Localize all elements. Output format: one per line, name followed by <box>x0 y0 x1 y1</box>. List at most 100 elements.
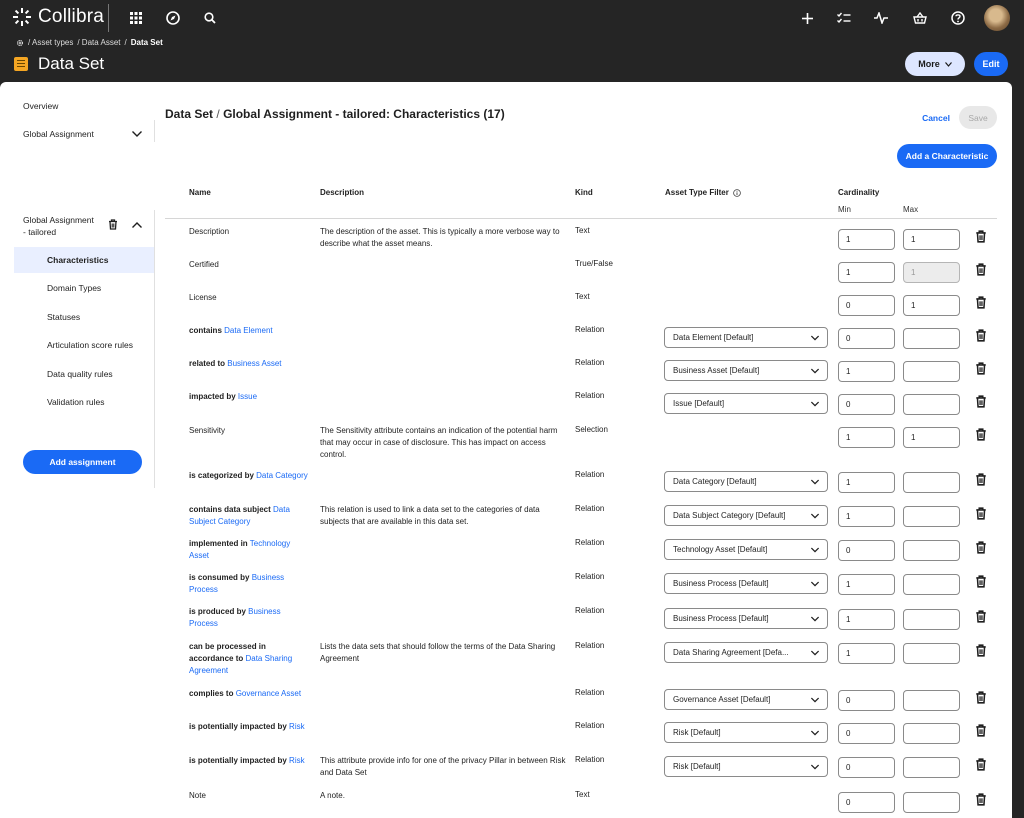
delete-trash-icon[interactable] <box>975 263 987 276</box>
asset-type-filter-select[interactable]: Data Sharing Agreement [Defa... <box>664 642 828 663</box>
relation-target-link[interactable]: Risk <box>289 756 305 765</box>
cardinality-min-input[interactable]: 1 <box>838 427 895 448</box>
cardinality-max-input[interactable] <box>903 723 960 744</box>
delete-trash-icon[interactable] <box>975 507 987 520</box>
relation-target-link[interactable]: Data Category <box>256 471 308 480</box>
help-icon[interactable] <box>948 8 968 28</box>
cardinality-max-input[interactable] <box>903 690 960 711</box>
sidebar-sub-item[interactable]: Statuses <box>14 304 154 330</box>
compass-icon[interactable] <box>163 8 183 28</box>
cardinality-max-input[interactable]: 1 <box>903 229 960 250</box>
cardinality-min-input[interactable]: 0 <box>838 328 895 349</box>
delete-trash-icon[interactable] <box>975 541 987 554</box>
asset-type-filter-select[interactable]: Business Process [Default] <box>664 573 828 594</box>
cardinality-min-input[interactable]: 0 <box>838 540 895 561</box>
cardinality-max-input[interactable] <box>903 643 960 664</box>
search-icon[interactable] <box>200 8 220 28</box>
asset-type-filter-select[interactable]: Technology Asset [Default] <box>664 539 828 560</box>
sidebar-sub-item[interactable]: Domain Types <box>14 275 154 301</box>
basket-icon[interactable] <box>910 8 930 28</box>
asset-type-filter-select[interactable]: Data Category [Default] <box>664 471 828 492</box>
delete-trash-icon[interactable] <box>975 395 987 408</box>
sidebar-overview[interactable]: Overview <box>23 101 58 111</box>
main-title-prefix[interactable]: Data Set <box>165 107 213 121</box>
settings-gear-icon[interactable] <box>16 39 24 47</box>
asset-type-filter-select[interactable]: Business Process [Default] <box>664 608 828 629</box>
trash-icon[interactable] <box>108 219 118 230</box>
cardinality-min-input[interactable]: 0 <box>838 723 895 744</box>
asset-type-filter-select[interactable]: Issue [Default] <box>664 393 828 414</box>
cardinality-min-input[interactable]: 0 <box>838 394 895 415</box>
cardinality-min-input[interactable]: 0 <box>838 690 895 711</box>
cardinality-min-input[interactable]: 1 <box>838 643 895 664</box>
cardinality-min-input[interactable]: 1 <box>838 472 895 493</box>
cardinality-max-input[interactable] <box>903 328 960 349</box>
sidebar-global-assignment[interactable]: Global Assignment <box>23 129 94 139</box>
delete-trash-icon[interactable] <box>975 724 987 737</box>
cardinality-max-input[interactable] <box>903 506 960 527</box>
delete-trash-icon[interactable] <box>975 644 987 657</box>
relation-target-link[interactable]: Issue <box>238 392 257 401</box>
delete-trash-icon[interactable] <box>975 362 987 375</box>
delete-trash-icon[interactable] <box>975 230 987 243</box>
relation-target-link[interactable]: Governance Asset <box>236 689 301 698</box>
delete-trash-icon[interactable] <box>975 758 987 771</box>
cardinality-min-input[interactable]: 1 <box>838 262 895 283</box>
breadcrumb-data-asset[interactable]: / Data Asset <box>77 38 120 47</box>
asset-type-filter-select[interactable]: Risk [Default] <box>664 756 828 777</box>
chevron-up-icon[interactable] <box>132 222 142 228</box>
sidebar-sub-item[interactable]: Validation rules <box>14 389 154 415</box>
chevron-down-icon[interactable] <box>132 131 142 137</box>
sidebar-sub-item[interactable]: Articulation score rules <box>14 332 154 358</box>
brand[interactable]: Collibra <box>12 6 104 28</box>
cardinality-min-input[interactable]: 1 <box>838 574 895 595</box>
delete-trash-icon[interactable] <box>975 691 987 704</box>
cardinality-max-input[interactable]: 1 <box>903 295 960 316</box>
sidebar-tailored-assignment[interactable]: Global Assignment - tailored <box>23 214 94 238</box>
cardinality-max-input[interactable] <box>903 609 960 630</box>
asset-type-filter-select[interactable]: Data Subject Category [Default] <box>664 505 828 526</box>
sidebar-sub-item[interactable]: Data quality rules <box>14 361 154 387</box>
delete-trash-icon[interactable] <box>975 296 987 309</box>
relation-target-link[interactable]: Data Element <box>224 326 272 335</box>
cardinality-min-input[interactable]: 1 <box>838 609 895 630</box>
asset-type-filter-select[interactable]: Governance Asset [Default] <box>664 689 828 710</box>
user-avatar[interactable] <box>984 5 1010 31</box>
asset-type-filter-select[interactable]: Risk [Default] <box>664 722 828 743</box>
save-button[interactable]: Save <box>959 106 997 129</box>
apps-grid-icon[interactable] <box>126 8 146 28</box>
info-icon[interactable] <box>733 188 741 197</box>
cardinality-max-input[interactable] <box>903 472 960 493</box>
cardinality-max-input[interactable] <box>903 757 960 778</box>
cardinality-max-input[interactable] <box>903 540 960 561</box>
delete-trash-icon[interactable] <box>975 793 987 806</box>
delete-trash-icon[interactable] <box>975 428 987 441</box>
delete-trash-icon[interactable] <box>975 575 987 588</box>
edit-button[interactable]: Edit <box>974 52 1008 76</box>
cardinality-min-input[interactable]: 0 <box>838 295 895 316</box>
cardinality-max-input[interactable] <box>903 792 960 813</box>
delete-trash-icon[interactable] <box>975 610 987 623</box>
delete-trash-icon[interactable] <box>975 329 987 342</box>
relation-target-link[interactable]: Business Asset <box>227 359 281 368</box>
cardinality-min-input[interactable]: 1 <box>838 229 895 250</box>
asset-type-filter-select[interactable]: Data Element [Default] <box>664 327 828 348</box>
asset-type-filter-select[interactable]: Business Asset [Default] <box>664 360 828 381</box>
more-button[interactable]: More <box>905 52 965 76</box>
relation-target-link[interactable]: Risk <box>289 722 305 731</box>
cancel-button[interactable]: Cancel <box>914 107 958 129</box>
delete-trash-icon[interactable] <box>975 473 987 486</box>
cardinality-min-input[interactable]: 1 <box>838 361 895 382</box>
cardinality-max-input[interactable] <box>903 394 960 415</box>
cardinality-max-input[interactable]: 1 <box>903 427 960 448</box>
add-assignment-button[interactable]: Add assignment <box>23 450 142 474</box>
sidebar-sub-item[interactable]: Characteristics <box>14 247 154 273</box>
cardinality-max-input[interactable] <box>903 361 960 382</box>
cardinality-min-input[interactable]: 0 <box>838 792 895 813</box>
add-characteristic-button[interactable]: Add a Characteristic <box>897 144 997 168</box>
activity-icon[interactable] <box>871 8 891 28</box>
plus-icon[interactable] <box>797 8 817 28</box>
cardinality-min-input[interactable]: 1 <box>838 506 895 527</box>
cardinality-min-input[interactable]: 0 <box>838 757 895 778</box>
breadcrumb-asset-types[interactable]: / Asset types <box>28 38 73 47</box>
